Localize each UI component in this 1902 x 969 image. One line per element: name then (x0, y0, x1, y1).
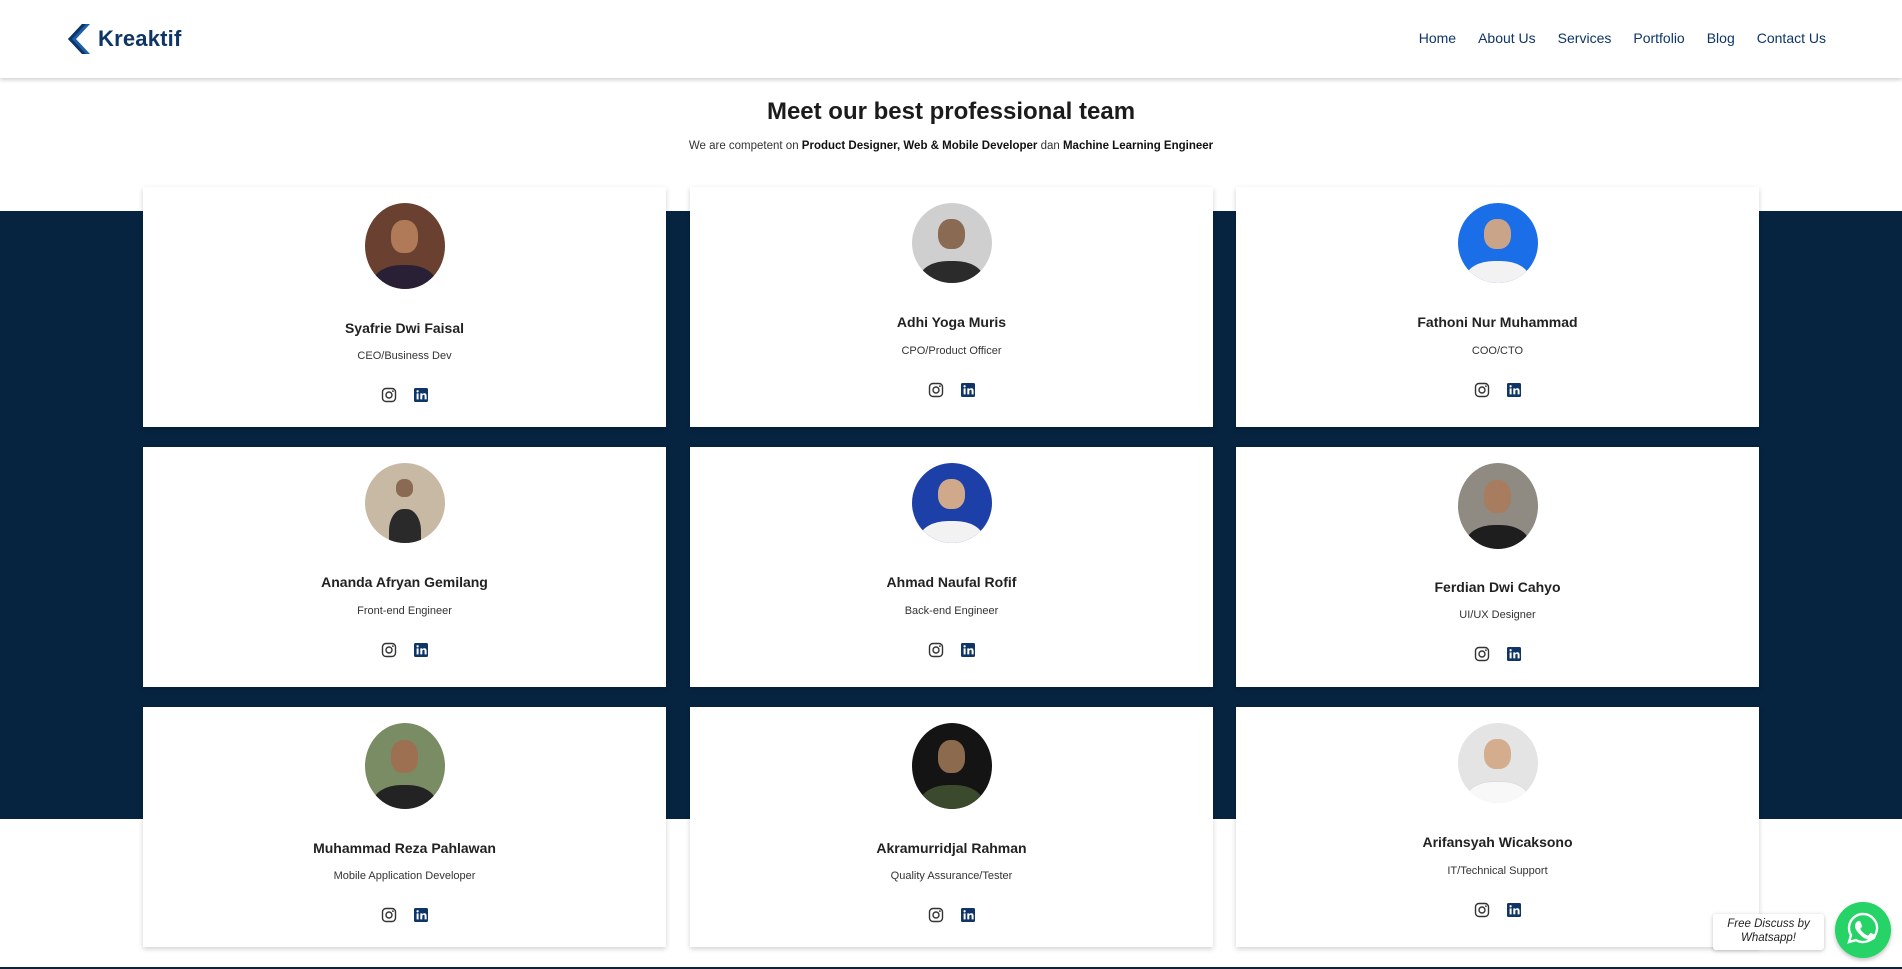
team-card: Muhammad Reza Pahlawan Mobile Applicatio… (143, 707, 666, 947)
team-card: Arifansyah Wicaksono IT/Technical Suppor… (1236, 707, 1759, 947)
avatar (364, 723, 445, 809)
avatar (911, 463, 992, 543)
member-socials (1474, 902, 1522, 918)
linkedin-icon[interactable] (960, 382, 976, 398)
member-name: Muhammad Reza Pahlawan (313, 840, 496, 856)
avatar (911, 203, 992, 283)
nav-services[interactable]: Services (1558, 30, 1612, 46)
team-card: Syafrie Dwi Faisal CEO/Business Dev (143, 187, 666, 427)
member-name: Ferdian Dwi Cahyo (1434, 579, 1561, 595)
avatar (1457, 203, 1538, 283)
member-name: Syafrie Dwi Faisal (344, 320, 465, 336)
subtitle-skill-b: Machine Learning Engineer (1062, 140, 1214, 152)
brand-logo[interactable]: Kreaktif (66, 24, 182, 54)
member-socials (928, 642, 976, 658)
linkedin-icon[interactable] (960, 642, 976, 658)
nav-home[interactable]: Home (1419, 30, 1456, 46)
avatar (1457, 463, 1538, 549)
whatsapp-cta-label[interactable]: Free Discuss by Whatsapp! (1713, 914, 1824, 950)
linkedin-icon[interactable] (413, 387, 429, 403)
subtitle-prefix: We are competent on (688, 140, 802, 152)
member-socials (1474, 646, 1522, 662)
instagram-icon[interactable] (381, 387, 397, 403)
member-role: UI/UX Designer (1459, 609, 1536, 621)
section-subtitle: We are competent on Product Designer, We… (0, 140, 1902, 152)
member-socials (928, 382, 976, 398)
whatsapp-button[interactable] (1835, 902, 1891, 958)
linkedin-icon[interactable] (413, 907, 429, 923)
instagram-icon[interactable] (381, 642, 397, 658)
brand-name: Kreaktif (98, 26, 182, 51)
nav-portfolio[interactable]: Portfolio (1633, 30, 1684, 46)
main-nav: Home About Us Services Portfolio Blog Co… (1419, 30, 1826, 46)
subtitle-connector: dan (1037, 140, 1063, 152)
linkedin-icon[interactable] (1506, 902, 1522, 918)
member-name: Ahmad Naufal Rofif (886, 574, 1017, 590)
member-role: CEO/Business Dev (357, 350, 452, 362)
member-name: Akramurridjal Rahman (876, 840, 1027, 856)
avatar (911, 723, 992, 809)
member-socials (381, 907, 429, 923)
avatar (364, 203, 445, 289)
member-role: COO/CTO (1471, 345, 1524, 357)
linkedin-icon[interactable] (1506, 646, 1522, 662)
member-socials (928, 907, 976, 923)
instagram-icon[interactable] (381, 907, 397, 923)
member-role: IT/Technical Support (1447, 865, 1548, 877)
member-socials (1474, 382, 1522, 398)
avatar (364, 463, 445, 543)
member-socials (381, 387, 429, 403)
nav-blog[interactable]: Blog (1707, 30, 1735, 46)
instagram-icon[interactable] (928, 382, 944, 398)
whatsapp-icon (1846, 911, 1880, 950)
section-title: Meet our best professional team (766, 98, 1136, 125)
nav-contact-us[interactable]: Contact Us (1757, 30, 1826, 46)
whatsapp-cta-line1: Free Discuss by (1727, 918, 1810, 930)
member-role: Front-end Engineer (357, 605, 452, 617)
avatar (1457, 723, 1538, 803)
instagram-icon[interactable] (1474, 382, 1490, 398)
instagram-icon[interactable] (928, 642, 944, 658)
team-card: Ahmad Naufal Rofif Back-end Engineer (690, 447, 1213, 687)
member-name: Fathoni Nur Muhammad (1417, 314, 1578, 330)
team-card: Ferdian Dwi Cahyo UI/UX Designer (1236, 447, 1759, 687)
member-role: CPO/Product Officer (901, 345, 1002, 357)
kreaktif-logo-icon (66, 24, 90, 54)
team-card: Akramurridjal Rahman Quality Assurance/T… (690, 707, 1213, 947)
member-role: Quality Assurance/Tester (890, 870, 1013, 882)
team-card: Ananda Afryan Gemilang Front-end Enginee… (143, 447, 666, 687)
nav-about-us[interactable]: About Us (1478, 30, 1536, 46)
member-socials (381, 642, 429, 658)
member-role: Mobile Application Developer (333, 870, 476, 882)
team-card: Adhi Yoga Muris CPO/Product Officer (690, 187, 1213, 427)
whatsapp-cta-line2: Whatsapp! (1741, 932, 1796, 944)
instagram-icon[interactable] (1474, 902, 1490, 918)
navbar: Kreaktif Home About Us Services Portfoli… (0, 0, 1902, 78)
member-name: Arifansyah Wicaksono (1422, 834, 1573, 850)
instagram-icon[interactable] (1474, 646, 1490, 662)
subtitle-skill-a: Product Designer, Web & Mobile Developer (801, 140, 1038, 152)
linkedin-icon[interactable] (1506, 382, 1522, 398)
member-name: Ananda Afryan Gemilang (321, 574, 488, 590)
team-card: Fathoni Nur Muhammad COO/CTO (1236, 187, 1759, 427)
member-name: Adhi Yoga Muris (896, 314, 1007, 330)
linkedin-icon[interactable] (413, 642, 429, 658)
instagram-icon[interactable] (928, 907, 944, 923)
member-role: Back-end Engineer (904, 605, 999, 617)
linkedin-icon[interactable] (960, 907, 976, 923)
